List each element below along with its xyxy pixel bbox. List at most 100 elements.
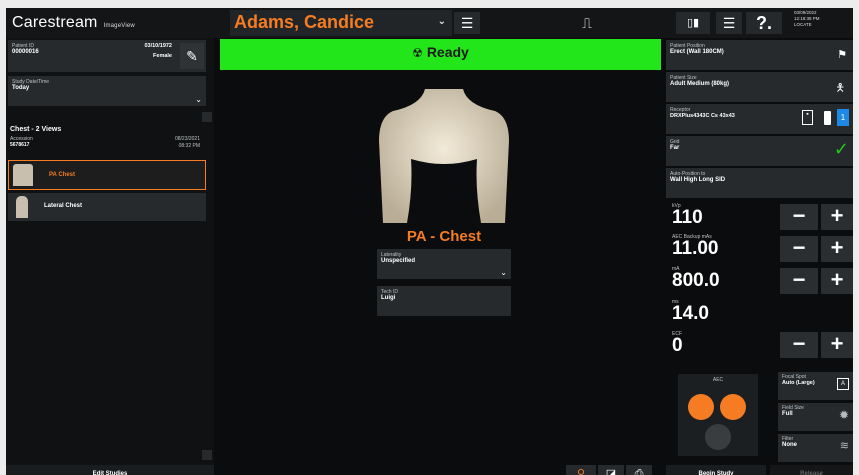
ready-status-banner: ☢ Ready bbox=[220, 39, 661, 70]
receptor-value: DRXPlus4343C Cs 43x43 bbox=[670, 113, 735, 119]
study-title: Chest - 2 Views bbox=[10, 126, 62, 133]
position-value: Erect (Wall 180CM) bbox=[670, 49, 724, 55]
pencil-icon: ✎ bbox=[186, 48, 198, 64]
grid-value: Far bbox=[670, 145, 680, 151]
detector-icon: ▪ bbox=[802, 110, 813, 125]
patient-position-field[interactable]: Patient Position Erect (Wall 180CM) ⚑ bbox=[666, 40, 853, 70]
help-icon: ?. bbox=[756, 13, 772, 33]
battery-icon bbox=[824, 111, 831, 125]
scroll-down-button[interactable] bbox=[202, 450, 212, 460]
patient-name-selector[interactable]: Adams, Candice ⌄ bbox=[230, 10, 452, 36]
kvp-value: 110 bbox=[672, 207, 703, 228]
study-date-filter[interactable]: Study Date/Time Today ⌄ bbox=[8, 76, 206, 106]
ecf-field: ECF 0 bbox=[672, 331, 683, 355]
exposure-mode-button[interactable]: ⚲ bbox=[566, 465, 596, 475]
kvp-decrease-button[interactable]: − bbox=[780, 204, 818, 230]
tech-id-field[interactable]: Tech ID Luigi bbox=[377, 286, 511, 316]
ms-field: ms 14.0 bbox=[672, 299, 709, 323]
top-bar: Carestream ImageView Adams, Candice ⌄ ☰ ⎍ … bbox=[6, 8, 853, 38]
auto-focal-icon: A bbox=[837, 378, 849, 390]
view-item-lateral-chest[interactable]: Lateral Chest bbox=[8, 193, 206, 221]
ecf-decrease-button[interactable]: − bbox=[780, 332, 818, 358]
chest-thumbnail-icon bbox=[13, 164, 33, 186]
focal-spot-field[interactable]: Focal Spot Auto (Large) A bbox=[778, 372, 853, 400]
study-dt-value: Today bbox=[12, 85, 30, 91]
study-time: 08:32 PM bbox=[178, 143, 200, 149]
help-button[interactable]: ?. bbox=[746, 12, 782, 34]
chest-preview-image bbox=[377, 89, 511, 223]
print-button[interactable]: ⎙ bbox=[626, 465, 652, 475]
patient-info: Patient ID 00000016 03/10/1972 Female ✎ bbox=[8, 40, 206, 72]
dob: 03/10/1972 bbox=[144, 43, 172, 49]
patient-size-field[interactable]: Patient Size Adult Medium (80kg) 🯅 bbox=[666, 72, 853, 102]
chevron-down-icon: ⌄ bbox=[437, 16, 446, 27]
ecf-increase-button[interactable]: + bbox=[821, 332, 853, 358]
study-item[interactable]: Chest - 2 Views Accession 5678617 08/23/… bbox=[8, 124, 206, 158]
autopos-value: Wall High Long SID bbox=[670, 177, 726, 183]
view-label: PA Chest bbox=[49, 172, 76, 178]
laterality-value: Unspecified bbox=[381, 258, 416, 264]
view-title: PA - Chest bbox=[406, 228, 482, 245]
image-tools-button[interactable]: ◪ bbox=[598, 465, 624, 475]
ma-field: mA 800.0 bbox=[672, 266, 720, 290]
begin-study-button[interactable]: Begin Study bbox=[666, 465, 766, 475]
auto-position-field[interactable]: Auto-Position to Wall High Long SID bbox=[666, 168, 853, 198]
ecf-value: 0 bbox=[672, 335, 683, 356]
sex: Female bbox=[153, 53, 172, 59]
aec-chamber-right[interactable] bbox=[720, 394, 746, 420]
app-logo: Carestream ImageView bbox=[12, 14, 135, 31]
person-icon: 🯅 bbox=[835, 82, 845, 94]
kvp-increase-button[interactable]: + bbox=[821, 204, 853, 230]
edit-patient-button[interactable]: ✎ bbox=[180, 43, 204, 69]
date-time-display: 03/09/2022 12:18:38 PM LOCATE bbox=[794, 10, 820, 27]
radiation-icon: ☢ bbox=[412, 46, 423, 60]
aec-backup-value: 11.00 bbox=[672, 238, 719, 259]
menu-lines-icon: ☰ bbox=[722, 15, 736, 31]
accession: 5678617 bbox=[10, 142, 30, 148]
receptor-field[interactable]: Receptor DRXPlus4343C Cs 43x43 ▪ 1 bbox=[666, 104, 853, 134]
lateral-thumbnail-icon bbox=[16, 196, 28, 218]
ma-increase-button[interactable]: + bbox=[821, 268, 853, 294]
torso-illustration bbox=[379, 89, 509, 223]
left-panel: Patient ID 00000016 03/10/1972 Female ✎ … bbox=[6, 38, 214, 475]
size-value: Adult Medium (80kg) bbox=[670, 81, 730, 87]
detector-icon: ▯▮ bbox=[686, 17, 700, 29]
detector-status-button[interactable]: ▯▮ bbox=[676, 12, 710, 34]
chevron-down-icon: ⌄ bbox=[195, 95, 202, 104]
print-icon: ⎙ bbox=[634, 468, 644, 475]
person-icon: ⚲ bbox=[576, 468, 586, 475]
kvp-field: kVp 110 bbox=[672, 203, 703, 227]
check-icon: ✓ bbox=[833, 139, 849, 159]
aec-chamber-left[interactable] bbox=[688, 394, 714, 420]
flag-icon: ⚑ bbox=[837, 49, 847, 61]
mas-decrease-button[interactable]: − bbox=[780, 236, 818, 262]
filter-icon: ≋ bbox=[839, 440, 849, 452]
menu-button[interactable]: ☰ bbox=[716, 12, 742, 34]
list-icon: ☰ bbox=[460, 15, 474, 31]
grid-field[interactable]: Grid Far ✓ bbox=[666, 136, 853, 166]
view-label: Lateral Chest bbox=[44, 203, 83, 209]
status-text: Ready bbox=[426, 44, 469, 60]
ma-decrease-button[interactable]: − bbox=[780, 268, 818, 294]
tech-value: Luigi bbox=[381, 295, 396, 301]
patient-id: 00000016 bbox=[12, 49, 39, 55]
release-button[interactable]: Release bbox=[770, 465, 853, 475]
field-size-field[interactable]: Field Size Full ✹ bbox=[778, 403, 853, 431]
view-item-pa-chest[interactable]: PA Chest bbox=[8, 160, 206, 190]
ma-value: 800.0 bbox=[672, 270, 720, 291]
ms-value: 14.0 bbox=[672, 303, 709, 324]
laterality-select[interactable]: Laterality Unspecified ⌄ bbox=[377, 249, 511, 279]
edit-studies-button[interactable]: Edit Studies bbox=[6, 465, 214, 475]
filter-field[interactable]: Filter None ≋ bbox=[778, 434, 853, 462]
worklist-button[interactable]: ☰ bbox=[454, 12, 480, 34]
aec-backup-field: AEC Backup mAs 11.00 bbox=[672, 234, 719, 258]
aec-chamber-center[interactable] bbox=[705, 424, 731, 450]
scroll-up-button[interactable] bbox=[202, 112, 212, 122]
mas-increase-button[interactable]: + bbox=[821, 236, 853, 262]
collimator-icon: ✹ bbox=[838, 408, 849, 422]
wireless-detector-icon: 1 bbox=[837, 109, 849, 126]
aec-label: AEC bbox=[712, 377, 724, 383]
study-date: 08/23/2021 bbox=[174, 136, 200, 142]
exam-room-icon[interactable]: ⎍ bbox=[572, 8, 602, 38]
aec-chamber-selector: AEC bbox=[678, 374, 758, 456]
